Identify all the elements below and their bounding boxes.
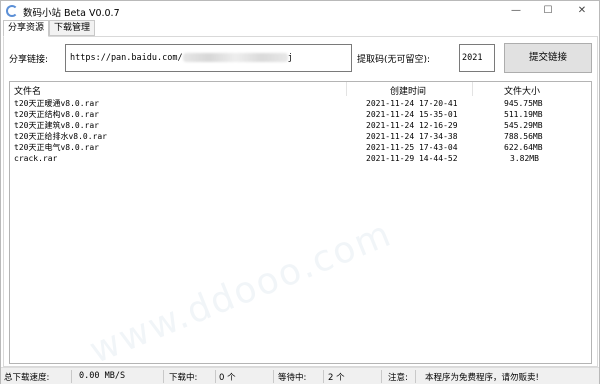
column-filename[interactable]: 文件名 [14, 84, 41, 97]
file-list[interactable]: 文件名 创建时间 文件大小 www.ddooo.com t20天正暖通v8.0.… [9, 81, 592, 364]
column-created-time[interactable]: 创建时间 [390, 84, 426, 97]
status-divider [163, 370, 164, 383]
status-bar: 总下载速度: 0.00 MB/S 下载中: 0 个 等待中: 2 个 注意: 本… [1, 367, 599, 384]
file-size: 945.75MB [504, 99, 543, 108]
title-bar[interactable]: 数码小站 Beta V0.0.7 — ☐ ✕ [1, 1, 599, 21]
file-name: t20天正结构v8.0.rar [14, 110, 99, 119]
share-link-input[interactable]: https://pan.baidu.com/j [65, 44, 352, 72]
close-button[interactable]: ✕ [567, 1, 597, 21]
status-divider [273, 370, 274, 383]
file-size: 3.82MB [510, 154, 539, 163]
column-divider [346, 82, 347, 96]
status-divider [323, 370, 324, 383]
downloading-label: 下载中: [169, 373, 198, 383]
window-title: 数码小站 Beta V0.0.7 [23, 8, 120, 19]
extract-code-label: 提取码(无可留空): [357, 55, 431, 65]
app-logo-icon [6, 5, 18, 17]
file-row[interactable]: crack.rar 2021-11-29 14-44-52 3.82MB [10, 153, 591, 164]
tab-share-resources[interactable]: 分享资源 [3, 20, 50, 37]
status-divider [415, 370, 416, 383]
column-file-size[interactable]: 文件大小 [504, 84, 540, 97]
downloading-count: 0 个 [219, 373, 236, 383]
status-divider [381, 370, 382, 383]
file-row[interactable]: t20天正暖通v8.0.rar 2021-11-24 17-20-41 945.… [10, 98, 591, 109]
share-link-label: 分享链接: [9, 55, 49, 65]
file-list-header: 文件名 创建时间 文件大小 [10, 82, 591, 97]
download-speed-label: 总下载速度: [4, 373, 50, 383]
status-divider [215, 370, 216, 383]
extract-code-input[interactable]: 2021 [459, 44, 495, 72]
app-window: 数码小站 Beta V0.0.7 — ☐ ✕ 分享资源 下载管理 分享链接: h… [0, 0, 600, 384]
status-divider [71, 370, 72, 383]
share-link-suffix: j [287, 53, 293, 63]
file-row[interactable]: t20天正电气v8.0.rar 2021-11-25 17-43-04 622.… [10, 142, 591, 153]
file-row[interactable]: t20天正给排水v8.0.rar 2021-11-24 17-34-38 788… [10, 131, 591, 142]
file-size: 622.64MB [504, 143, 543, 152]
file-name: t20天正给排水v8.0.rar [14, 132, 107, 141]
maximize-button[interactable]: ☐ [533, 1, 563, 21]
file-time: 2021-11-24 17-34-38 [366, 132, 458, 141]
file-name: t20天正电气v8.0.rar [14, 143, 99, 152]
file-name: t20天正暖通v8.0.rar [14, 99, 99, 108]
file-time: 2021-11-24 12-16-29 [366, 121, 458, 130]
file-size: 545.29MB [504, 121, 543, 130]
tab-download-manager[interactable]: 下载管理 [49, 20, 96, 36]
file-time: 2021-11-24 15-35-01 [366, 110, 458, 119]
file-name: crack.rar [14, 154, 58, 163]
file-time: 2021-11-24 17-20-41 [366, 99, 458, 108]
submit-link-button[interactable]: 提交链接 [504, 43, 592, 73]
file-row[interactable]: t20天正结构v8.0.rar 2021-11-24 15-35-01 511.… [10, 109, 591, 120]
redacted-link-blur [182, 53, 288, 62]
notice-label: 注意: [388, 373, 408, 383]
waiting-count: 2 个 [328, 373, 345, 383]
notice-text: 本程序为免费程序，请勿贩卖! [425, 373, 539, 383]
column-divider [472, 82, 473, 96]
file-size: 788.56MB [504, 132, 543, 141]
file-name: t20天正建筑v8.0.rar [14, 121, 99, 130]
background-watermark: www.ddooo.com [84, 213, 398, 364]
file-time: 2021-11-25 17-43-04 [366, 143, 458, 152]
download-speed-value: 0.00 MB/S [79, 371, 126, 381]
share-link-value: https://pan.baidu.com/ [70, 53, 183, 63]
file-row[interactable]: t20天正建筑v8.0.rar 2021-11-24 12-16-29 545.… [10, 120, 591, 131]
minimize-button[interactable]: — [501, 1, 531, 21]
file-size: 511.19MB [504, 110, 543, 119]
waiting-label: 等待中: [278, 373, 307, 383]
file-time: 2021-11-29 14-44-52 [366, 154, 458, 163]
